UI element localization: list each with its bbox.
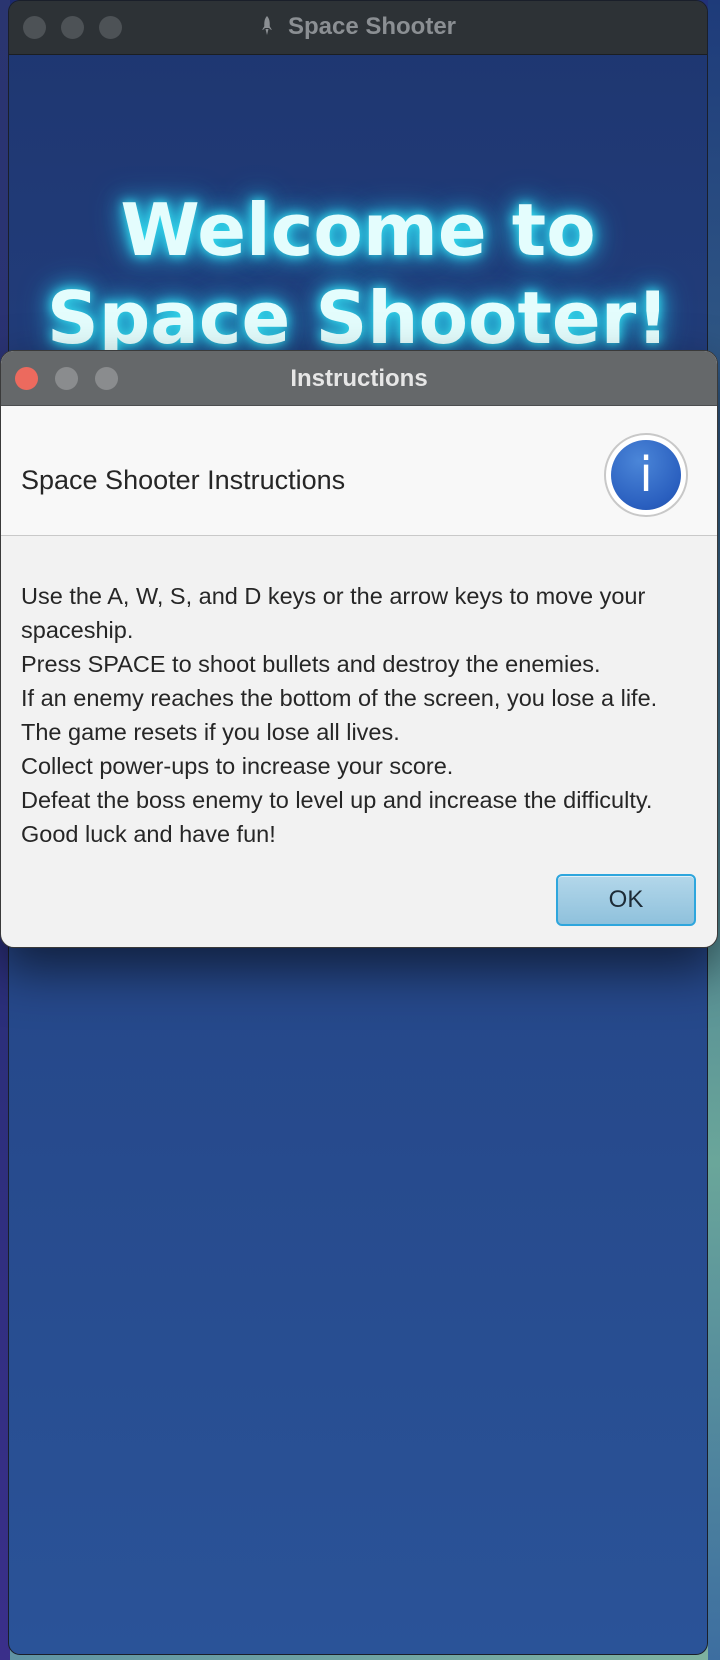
- instruction-line: Collect power-ups to increase your score…: [21, 753, 454, 779]
- instruction-line: Defeat the boss enemy to level up and in…: [21, 787, 653, 813]
- window-title: Space Shooter: [9, 13, 707, 41]
- welcome-line-1: Welcome to: [120, 188, 596, 272]
- instruction-line: Press SPACE to shoot bullets and destroy…: [21, 651, 601, 677]
- instructions-text: Use the A, W, S, and D keys or the arrow…: [21, 579, 699, 851]
- instruction-line: Good luck and have fun!: [21, 821, 276, 847]
- welcome-heading: Welcome to Space Shooter!: [9, 186, 707, 362]
- window-title-text: Space Shooter: [287, 13, 457, 40]
- dialog-titlebar[interactable]: Instructions: [1, 351, 717, 406]
- info-icon-glyph: i: [611, 440, 681, 510]
- welcome-line-2: Space Shooter!: [46, 276, 670, 360]
- instructions-dialog: Instructions Space Shooter Instructions …: [0, 350, 718, 948]
- instruction-line: The game resets if you lose all lives.: [21, 719, 400, 745]
- instruction-line: Use the A, W, S, and D keys or the arrow…: [21, 583, 646, 609]
- dialog-heading: Space Shooter Instructions: [21, 465, 346, 495]
- dialog-title: Instructions: [290, 365, 428, 392]
- rocket-icon: [261, 16, 272, 35]
- main-titlebar[interactable]: Space Shooter: [9, 1, 707, 55]
- instruction-line: spaceship.: [21, 617, 134, 643]
- ok-button[interactable]: OK: [556, 874, 696, 926]
- dialog-header: Space Shooter Instructions i: [1, 406, 717, 536]
- info-icon: i: [604, 433, 688, 517]
- instruction-line: If an enemy reaches the bottom of the sc…: [21, 685, 658, 711]
